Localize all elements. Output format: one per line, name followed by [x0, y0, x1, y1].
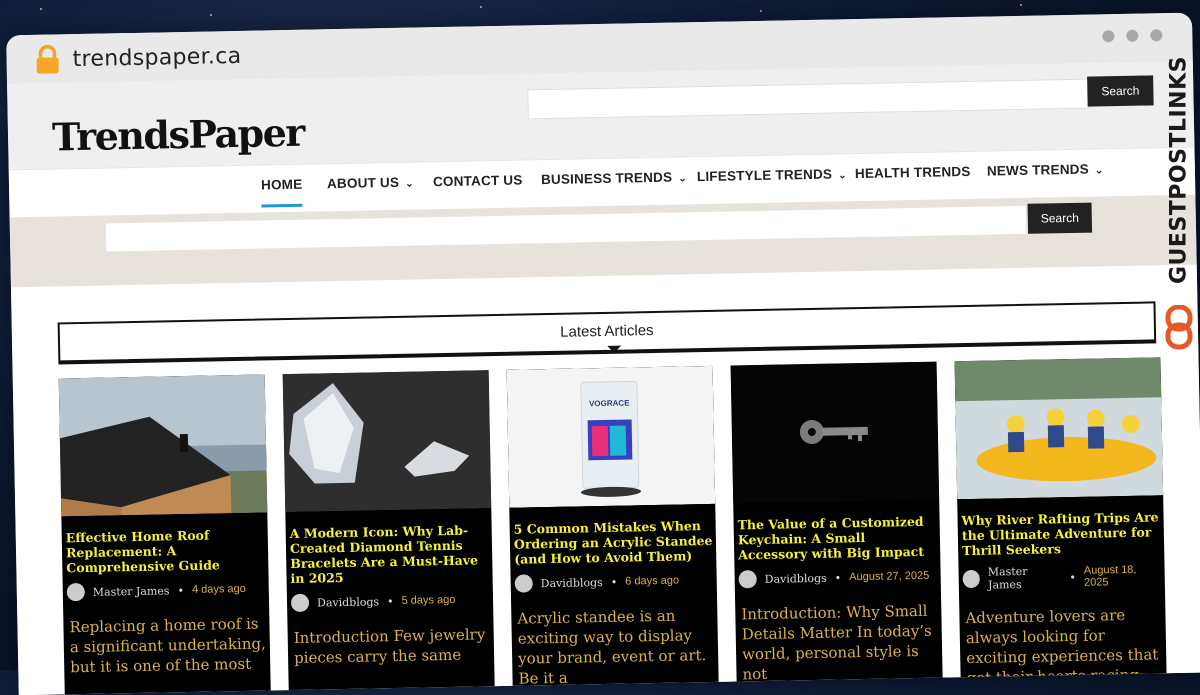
article-card[interactable]: Why River Rafting Trips Are the Ultimate…	[954, 357, 1168, 695]
chevron-down-icon: ⌄	[405, 178, 414, 190]
article-author[interactable]: Davidblogs	[765, 571, 827, 585]
search-button[interactable]: Search	[1027, 202, 1093, 234]
search-input[interactable]	[105, 205, 1027, 252]
article-title[interactable]: 5 Common Mistakes When Ordering an Acryl…	[509, 504, 716, 567]
nav-lifestyle-trends[interactable]: LIFESTYLE TRENDS ⌄	[697, 166, 847, 185]
article-title[interactable]: Why River Rafting Trips Are the Ultimate…	[957, 495, 1164, 558]
article-title[interactable]: Effective Home Roof Replacement: A Compr…	[61, 512, 268, 576]
article-excerpt: Introduction: Why Small Details Matter I…	[741, 601, 932, 684]
article-card[interactable]: A Modern Icon: Why Lab-Created Diamond T…	[282, 370, 496, 695]
article-author[interactable]: Master James	[93, 584, 170, 598]
header-search-button[interactable]: Search	[1087, 75, 1154, 107]
avatar	[290, 593, 310, 613]
address-bar[interactable]: trendspaper.ca	[72, 44, 241, 72]
browser-window: trendspaper.ca TrendsPaper Search HOME A…	[6, 12, 1200, 695]
window-dot-icon[interactable]	[1150, 29, 1163, 42]
window-dot-icon[interactable]	[1102, 30, 1115, 43]
article-thumbnail[interactable]	[282, 370, 492, 513]
header-search-input[interactable]	[527, 78, 1090, 120]
nav-health-trends[interactable]: HEALTH TRENDS	[855, 164, 971, 181]
article-excerpt: Replacing a home roof is a significant u…	[69, 614, 266, 677]
window-controls	[1102, 29, 1163, 43]
article-card[interactable]: VOGRACE 5 Common Mistakes When Ordering …	[506, 365, 720, 695]
article-excerpt: Adventure lovers are always looking for …	[965, 606, 1159, 695]
article-date: 4 days ago	[191, 582, 246, 596]
article-title[interactable]: The Value of a Customized Keychain: A Sm…	[733, 500, 940, 563]
link-icon	[1165, 305, 1193, 350]
avatar	[738, 570, 757, 589]
article-thumbnail[interactable]: VOGRACE	[506, 365, 716, 508]
article-excerpt: Acrylic standee is an exciting way to di…	[517, 606, 707, 688]
article-date: August 18, 2025	[1083, 563, 1137, 589]
article-author[interactable]: Davidblogs	[317, 595, 379, 609]
nav-home[interactable]: HOME	[260, 176, 303, 208]
article-title[interactable]: A Modern Icon: Why Lab-Created Diamond T…	[285, 508, 492, 586]
article-author[interactable]: Master James	[988, 564, 1062, 592]
nav-about-us[interactable]: ABOUT US ⌄	[327, 175, 414, 191]
badge-text: GUESTPOSTLINKS	[1166, 56, 1192, 284]
article-excerpt: Introduction Few jewelry pieces carry th…	[293, 625, 486, 667]
chevron-down-icon: ⌄	[838, 170, 847, 182]
article-card[interactable]: Effective Home Roof Replacement: A Compr…	[58, 374, 272, 695]
nav-news-trends[interactable]: NEWS TRENDS ⌄	[987, 161, 1104, 179]
chevron-down-icon: ⌄	[1094, 165, 1104, 177]
article-date: 5 days ago	[401, 593, 456, 607]
article-thumbnail[interactable]	[58, 374, 268, 517]
guestpostlinks-badge: GUESTPOSTLINKS	[1162, 56, 1196, 360]
window-dot-icon[interactable]	[1126, 29, 1139, 42]
avatar	[514, 574, 533, 593]
main-content: Latest Articles Effective Home Roof Repl…	[10, 264, 1200, 695]
article-thumbnail[interactable]	[954, 357, 1164, 500]
article-card[interactable]: The Value of a Customized Keychain: A Sm…	[730, 361, 944, 695]
section-title: Latest Articles	[57, 301, 1157, 365]
article-date: August 27, 2025	[849, 569, 930, 584]
article-thumbnail[interactable]	[730, 361, 940, 504]
standee-brand: VOGRACE	[589, 398, 630, 408]
article-date: 6 days ago	[625, 574, 680, 588]
chevron-down-icon: ⌄	[678, 173, 687, 185]
avatar	[66, 582, 85, 602]
avatar	[962, 569, 981, 589]
nav-business-trends[interactable]: BUSINESS TRENDS ⌄	[541, 169, 687, 188]
article-author[interactable]: Davidblogs	[541, 576, 603, 590]
site-logo[interactable]: TrendsPaper	[52, 110, 305, 160]
nav-contact-us[interactable]: CONTACT US	[433, 172, 523, 189]
lock-icon	[36, 44, 59, 74]
